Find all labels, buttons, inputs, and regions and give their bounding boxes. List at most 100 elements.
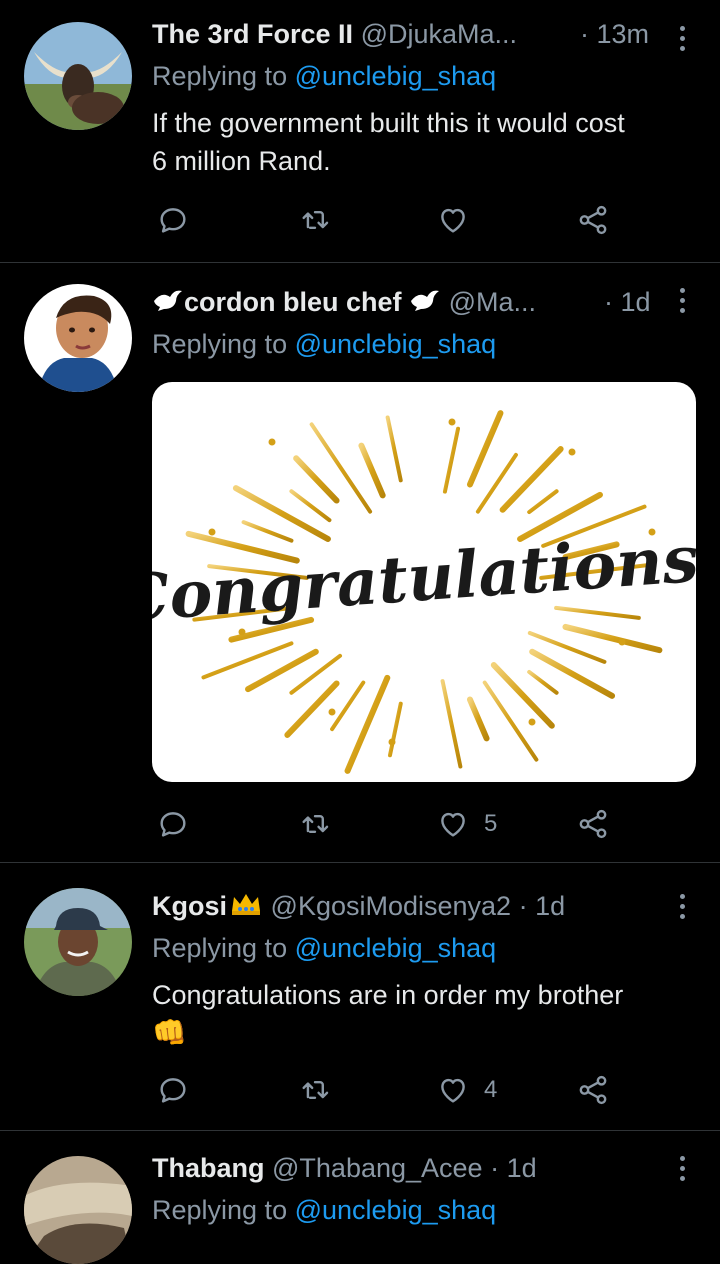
tweet-actions	[152, 198, 622, 242]
share-icon	[579, 809, 607, 839]
sunburst-ray	[527, 669, 559, 695]
mention-link[interactable]: @unclebig_shaq	[295, 933, 497, 963]
sunburst-ray	[466, 410, 504, 488]
reply-icon	[160, 1078, 186, 1103]
replying-to-label: Replying to	[152, 933, 295, 963]
cartoon-avatar-image	[24, 284, 132, 392]
fist-emoji: 👊	[152, 1017, 187, 1048]
dove-icon	[152, 284, 184, 322]
sunburst-ray	[499, 446, 564, 513]
more-options-icon[interactable]	[674, 288, 690, 320]
timestamp[interactable]: · 1d	[604, 282, 651, 322]
heart-icon	[441, 812, 465, 837]
time-label[interactable]: 1d	[535, 891, 565, 921]
mention-link[interactable]: @unclebig_shaq	[295, 61, 497, 91]
timestamp[interactable]: · 13m	[580, 14, 649, 54]
replying-to-label: Replying to	[152, 61, 295, 91]
retweet-button[interactable]	[298, 802, 332, 846]
like-button[interactable]: 5	[436, 802, 497, 846]
tweet-text-line: If the government built this it would co…	[152, 108, 625, 138]
like-button[interactable]	[436, 198, 470, 242]
avatar[interactable]	[24, 284, 132, 392]
avatar[interactable]	[24, 22, 132, 130]
replying-to: Replying to @unclebig_shaq	[152, 326, 496, 362]
share-button[interactable]	[576, 1068, 610, 1112]
sunburst-ray	[232, 485, 331, 542]
share-icon	[579, 1075, 607, 1105]
reply-button[interactable]	[156, 198, 190, 242]
crown-icon	[229, 888, 263, 926]
tweet[interactable]: Kgosi @KgosiModisenya2 · 1d Replying to …	[0, 864, 720, 1131]
tweet[interactable]: Thabang @Thabang_Acee · 1d Replying to @…	[0, 1132, 720, 1264]
photo-avatar-image	[24, 1156, 132, 1264]
media-caption: Congratulations!	[152, 520, 696, 637]
sunburst-ray	[562, 623, 663, 654]
sparkle-star	[448, 418, 456, 426]
avatar[interactable]	[24, 888, 132, 996]
more-options-icon[interactable]	[674, 894, 690, 926]
time-label[interactable]: 1d	[507, 1153, 537, 1183]
tweet-text: Congratulations are in order my brother …	[152, 976, 696, 1052]
more-options-icon[interactable]	[674, 1156, 690, 1188]
display-name[interactable]: The 3rd Force II	[152, 19, 353, 49]
sunburst-ray	[293, 455, 340, 504]
tweet[interactable]: cordon bleu chef @Ma... · 1d Replying to…	[0, 262, 720, 863]
user-handle[interactable]: @Thabang_Acee	[272, 1153, 483, 1183]
share-icon	[579, 205, 607, 235]
sparkle-star	[238, 628, 246, 636]
retweet-button[interactable]	[298, 198, 332, 242]
sunburst-ray	[289, 489, 332, 523]
avatar[interactable]	[24, 1156, 132, 1264]
time-label[interactable]: 1d	[621, 287, 651, 317]
more-options-icon[interactable]	[674, 26, 690, 58]
reply-button[interactable]	[156, 802, 190, 846]
sunburst-ray	[358, 442, 386, 499]
tweet-header: Thabang @Thabang_Acee · 1d	[152, 1148, 660, 1188]
tweet[interactable]: The 3rd Force II @DjukaMa... · 13m Reply…	[0, 0, 720, 263]
share-button[interactable]	[576, 802, 610, 846]
sunburst-ray	[241, 520, 294, 543]
sunburst-ray	[309, 422, 373, 514]
share-button[interactable]	[576, 198, 610, 242]
sunburst-ray	[385, 415, 403, 483]
sparkle-star	[618, 638, 626, 646]
user-handle[interactable]: @DjukaMa...	[361, 19, 517, 49]
tweet-media-image[interactable]: Congratulations!	[152, 382, 696, 782]
mention-link[interactable]: @unclebig_shaq	[295, 1195, 497, 1225]
like-button[interactable]: 4	[436, 1068, 497, 1112]
retweet-icon	[302, 1081, 329, 1099]
sunburst-ray	[482, 680, 539, 762]
retweet-icon	[302, 211, 329, 229]
reply-icon	[160, 812, 186, 837]
time-label[interactable]: 13m	[597, 19, 650, 49]
heart-icon	[441, 208, 465, 233]
sparkle-star	[268, 438, 276, 446]
replying-to-label: Replying to	[152, 1195, 295, 1225]
sunburst-ray	[387, 701, 403, 758]
sunburst-ray	[344, 674, 391, 774]
man-avatar-image	[24, 888, 132, 996]
tweet-text: If the government built this it would co…	[152, 104, 696, 180]
bull-avatar-image	[24, 22, 132, 130]
display-name[interactable]: Thabang	[152, 1153, 265, 1183]
sunburst-ray	[330, 680, 366, 732]
sparkle-star	[388, 738, 396, 746]
replying-to: Replying to @unclebig_shaq	[152, 930, 496, 966]
user-handle[interactable]: @Ma...	[449, 287, 536, 317]
separator-dot: ·	[604, 287, 613, 317]
user-handle[interactable]: @KgosiModisenya2	[271, 891, 512, 921]
tweet-header: The 3rd Force II @DjukaMa...	[152, 14, 624, 54]
tweet-actions: 5	[152, 802, 622, 846]
reply-button[interactable]	[156, 1068, 190, 1112]
like-count: 5	[484, 810, 498, 837]
sparkle-star	[208, 528, 216, 536]
tweet-actions: 4	[152, 1068, 622, 1112]
display-name[interactable]: Kgosi	[152, 891, 227, 921]
separator-dot: ·	[518, 891, 528, 921]
replying-to: Replying to @unclebig_shaq	[152, 1192, 496, 1228]
dove-icon	[409, 284, 441, 322]
retweet-button[interactable]	[298, 1068, 332, 1112]
reply-icon	[160, 208, 186, 233]
display-name[interactable]: cordon bleu chef	[184, 287, 402, 317]
mention-link[interactable]: @unclebig_shaq	[295, 329, 497, 359]
